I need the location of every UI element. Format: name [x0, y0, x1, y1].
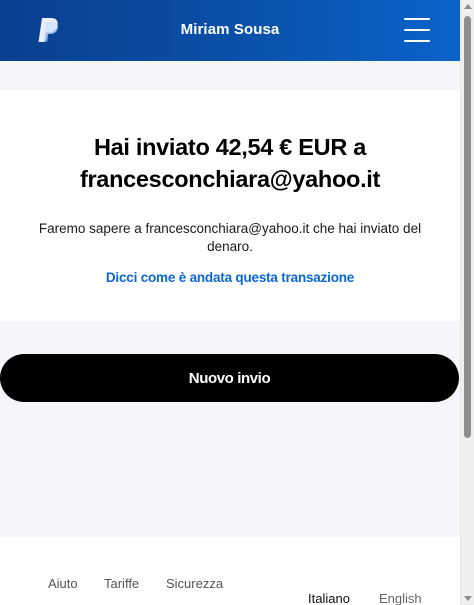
scroll-up-arrow-icon[interactable] [464, 4, 472, 9]
page: Miriam Sousa Hai inviato 42,54 € EUR a f… [0, 0, 474, 605]
hamburger-menu-icon[interactable] [401, 17, 433, 44]
recipient-notice: Faremo sapere a francesconchiara@yahoo.i… [38, 221, 422, 254]
footer-link-help[interactable]: Aiuto [48, 576, 78, 591]
new-send-button[interactable]: Nuovo invio [0, 354, 459, 402]
vertical-scrollbar[interactable] [460, 0, 474, 605]
language-italian[interactable]: Italiano [308, 591, 350, 605]
footer-link-security[interactable]: Sicurezza [166, 576, 223, 591]
feedback-link[interactable]: Dicci come è andata questa transazione [0, 270, 460, 285]
scroll-down-arrow-icon[interactable] [464, 596, 472, 601]
footer-link-fees[interactable]: Tariffe [104, 576, 139, 591]
header-bar: Miriam Sousa [0, 0, 460, 61]
confirmation-card [0, 90, 460, 321]
language-english[interactable]: English [379, 591, 422, 605]
confirmation-headline: Hai inviato 42,54 € EUR a francesconchia… [79, 134, 381, 192]
header-user-name: Miriam Sousa [180, 21, 280, 38]
scrollbar-thumb[interactable] [464, 16, 471, 438]
